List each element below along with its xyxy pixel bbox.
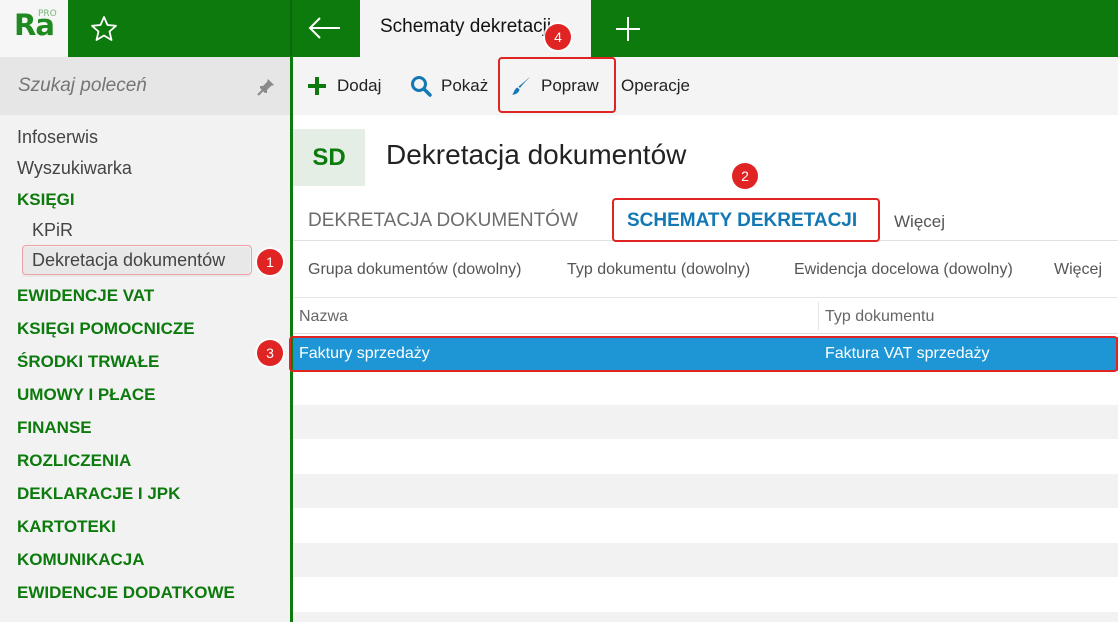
filter-more[interactable]: Więcej bbox=[1054, 261, 1102, 279]
tab-title: Schematy dekretacji bbox=[380, 16, 552, 37]
operations-menu[interactable]: Operacje bbox=[621, 57, 690, 115]
callout-marker-3: 3 bbox=[257, 340, 283, 366]
sidebar-section-ewidencje-dodatkowe[interactable]: EWIDENCJE DODATKOWE bbox=[17, 583, 235, 603]
callout-marker-4: 4 bbox=[545, 24, 571, 50]
sidebar-section-srodki-trwale[interactable]: ŚRODKI TRWAŁE bbox=[17, 352, 159, 372]
sidebar-section-deklaracje-i-jpk[interactable]: DEKLARACJE I JPK bbox=[17, 484, 180, 504]
empty-row bbox=[293, 405, 1118, 439]
sidebar-section-finanse[interactable]: FINANSE bbox=[17, 418, 92, 438]
callout-box-2 bbox=[612, 198, 880, 242]
column-header-document-type[interactable]: Typ dokumentu bbox=[825, 308, 934, 326]
empty-row bbox=[293, 612, 1118, 622]
empty-row bbox=[293, 474, 1118, 508]
add-button[interactable]: Dodaj bbox=[305, 57, 381, 115]
search-icon bbox=[411, 76, 432, 97]
callout-marker-1: 1 bbox=[257, 249, 283, 275]
column-separator[interactable] bbox=[818, 302, 819, 330]
command-search-input[interactable] bbox=[18, 75, 238, 97]
sidebar-section-rozliczenia[interactable]: ROZLICZENIA bbox=[17, 451, 131, 471]
empty-row bbox=[293, 543, 1118, 577]
back-arrow-icon[interactable] bbox=[306, 12, 344, 44]
toolbar: Dodaj Pokaż Popraw Operacje bbox=[293, 57, 1118, 115]
sidebar: Infoserwis Wyszukiwarka KSIĘGI KPiR Dekr… bbox=[0, 57, 290, 622]
sidebar-item-wyszukiwarka[interactable]: Wyszukiwarka bbox=[17, 158, 132, 179]
page-header: SD Dekretacja dokumentów bbox=[293, 115, 1118, 193]
show-button[interactable]: Pokaż bbox=[409, 57, 488, 115]
command-search bbox=[0, 57, 290, 115]
sidebar-section-ksiegi[interactable]: KSIĘGI bbox=[17, 190, 75, 210]
logo-edition: PRO bbox=[38, 9, 57, 19]
sidebar-section-komunikacja[interactable]: KOMUNIKACJA bbox=[17, 550, 145, 570]
tab-dekretacja-dokumentow[interactable]: DEKRETACJA DOKUMENTÓW bbox=[308, 210, 578, 232]
filter-bar: Grupa dokumentów (dowolny) Typ dokumentu… bbox=[293, 241, 1118, 298]
column-header-name[interactable]: Nazwa bbox=[299, 308, 348, 326]
page-title: Dekretacja dokumentów bbox=[386, 139, 687, 170]
filter-target-register[interactable]: Ewidencja docelowa (dowolny) bbox=[794, 261, 1013, 279]
app-logo[interactable]: Ra PRO bbox=[0, 0, 68, 57]
pin-icon[interactable] bbox=[256, 77, 276, 97]
callout-box-4 bbox=[498, 57, 616, 113]
sidebar-section-ksiegi-pomocnicze[interactable]: KSIĘGI POMOCNICZE bbox=[17, 319, 195, 339]
callout-box-3 bbox=[289, 336, 1118, 372]
plus-icon bbox=[308, 77, 326, 95]
sidebar-section-ewidencje-vat[interactable]: EWIDENCJE VAT bbox=[17, 286, 154, 306]
filter-document-group[interactable]: Grupa dokumentów (dowolny) bbox=[308, 261, 521, 279]
sidebar-item-infoserwis[interactable]: Infoserwis bbox=[17, 127, 98, 148]
star-icon[interactable] bbox=[88, 13, 120, 45]
sidebar-section-kartoteki[interactable]: KARTOTEKI bbox=[17, 517, 116, 537]
filter-document-type[interactable]: Typ dokumentu (dowolny) bbox=[567, 261, 750, 279]
sidebar-item-kpir[interactable]: KPiR bbox=[32, 220, 73, 241]
operations-label: Operacje bbox=[621, 76, 690, 95]
callout-box-1 bbox=[22, 245, 252, 275]
module-badge: SD bbox=[293, 129, 365, 186]
sidebar-section-umowy-i-place[interactable]: UMOWY I PŁACE bbox=[17, 385, 156, 405]
callout-marker-2: 2 bbox=[732, 163, 758, 189]
new-tab-plus-icon[interactable] bbox=[612, 13, 644, 45]
show-button-label: Pokaż bbox=[441, 76, 489, 95]
grid-header: Nazwa Typ dokumentu bbox=[293, 298, 1118, 334]
topbar-divider bbox=[290, 0, 292, 57]
tabs-more[interactable]: Więcej bbox=[894, 212, 945, 232]
add-button-label: Dodaj bbox=[337, 76, 382, 95]
